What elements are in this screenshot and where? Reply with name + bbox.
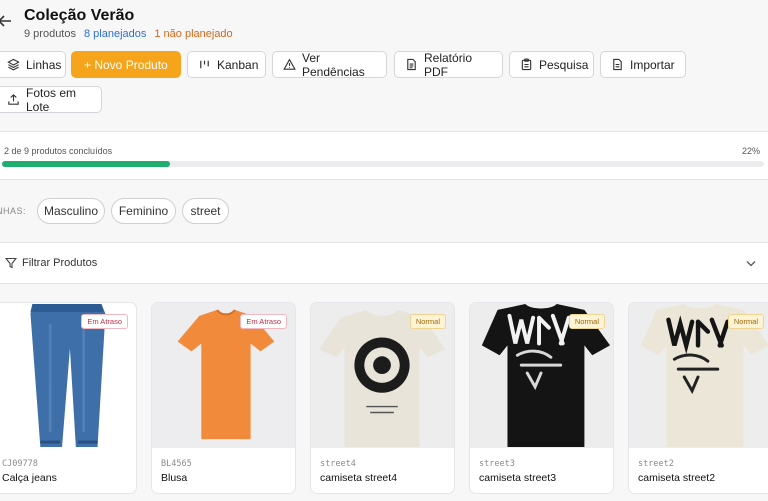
kanban-icon: [200, 60, 209, 69]
progress-bar: [2, 161, 764, 167]
pdf-report-button[interactable]: Relatório PDF: [394, 50, 503, 79]
new-product-label: + Novo Produto: [84, 57, 168, 72]
product-code: street2: [638, 459, 674, 469]
pdf-report-label: Relatório PDF: [424, 50, 473, 79]
progress-panel: 2 de 9 produtos concluídos 22%: [0, 131, 768, 180]
product-name: camiseta street4: [320, 472, 398, 484]
filter-icon: [5, 257, 17, 269]
clipboard-icon: [521, 58, 532, 71]
product-card[interactable]: Em Atraso BL4565 Blusa: [151, 302, 296, 494]
product-code: CJ09778: [2, 459, 38, 469]
filter-label: Filtrar Produtos: [22, 257, 98, 269]
product-name: Calça jeans: [2, 472, 57, 484]
collection-stats: 9 produtos 8 planejados 1 não planejado: [24, 28, 233, 40]
product-name: camiseta street2: [638, 472, 716, 484]
product-code: street4: [320, 459, 356, 469]
document-icon: [407, 58, 416, 71]
product-image: Em Atraso: [0, 303, 136, 448]
pending-button[interactable]: Ver Pendências: [272, 50, 387, 79]
lines-filter-label: NHAS:: [0, 206, 27, 216]
research-button[interactable]: Pesquisa: [509, 51, 594, 78]
layers-icon: [7, 58, 20, 71]
chip-street[interactable]: street: [182, 198, 229, 224]
pending-button-label: Ver Pendências: [302, 50, 365, 79]
kanban-button-label: Kanban: [217, 57, 259, 72]
product-code: street3: [479, 459, 515, 469]
status-badge: Em Atraso: [240, 314, 287, 329]
stat-unplanned: 1 não planejado: [154, 28, 233, 40]
kanban-button[interactable]: Kanban: [187, 51, 266, 78]
product-card[interactable]: Em Atraso CJ09778 Calça jeans: [0, 302, 137, 494]
import-button-label: Importar: [630, 57, 675, 72]
product-name: camiseta street3: [479, 472, 557, 484]
warning-icon: [283, 58, 296, 70]
status-badge: Em Atraso: [81, 314, 128, 329]
research-button-label: Pesquisa: [539, 57, 589, 72]
lines-button[interactable]: Linhas: [0, 51, 66, 78]
stat-total: 9 produtos: [24, 28, 76, 40]
product-card[interactable]: Normal street3 camiseta street3: [469, 302, 614, 494]
status-badge: Normal: [409, 314, 446, 329]
chip-feminino[interactable]: Feminino: [111, 198, 176, 224]
file-icon: [613, 58, 622, 71]
product-code: BL4565: [161, 459, 192, 469]
chevron-down-icon[interactable]: [744, 256, 758, 270]
product-card[interactable]: Normal street4 camiseta street4: [310, 302, 455, 494]
product-name: Blusa: [161, 472, 188, 484]
product-card[interactable]: Normal street2 camiseta street2: [628, 302, 768, 494]
lines-button-label: Linhas: [26, 57, 62, 72]
batch-photos-button[interactable]: Fotos em Lote: [0, 85, 102, 114]
product-image: Normal: [311, 303, 454, 448]
upload-icon: [8, 94, 19, 105]
stat-planned: 8 planejados: [83, 28, 147, 40]
product-image: Em Atraso: [152, 303, 295, 448]
filter-panel[interactable]: Filtrar Produtos: [0, 242, 768, 284]
arrow-left-icon[interactable]: [0, 12, 14, 30]
batch-photos-label: Fotos em Lote: [26, 85, 77, 114]
status-badge: Normal: [568, 314, 605, 329]
progress-percent: 22%: [741, 146, 760, 156]
import-button[interactable]: Importar: [600, 51, 686, 78]
page-title: Coleção Verão: [24, 7, 135, 24]
product-image: Normal: [470, 303, 613, 448]
chip-masculino[interactable]: Masculino: [37, 198, 105, 224]
progress-fill: [2, 161, 170, 167]
new-product-button[interactable]: + Novo Produto: [71, 51, 181, 78]
page-header: Coleção Verão 9 produtos 8 planejados 1 …: [0, 0, 768, 44]
product-image: Normal: [629, 303, 768, 448]
progress-label: 2 de 9 produtos concluídos: [4, 146, 113, 156]
status-badge: Normal: [727, 314, 764, 329]
